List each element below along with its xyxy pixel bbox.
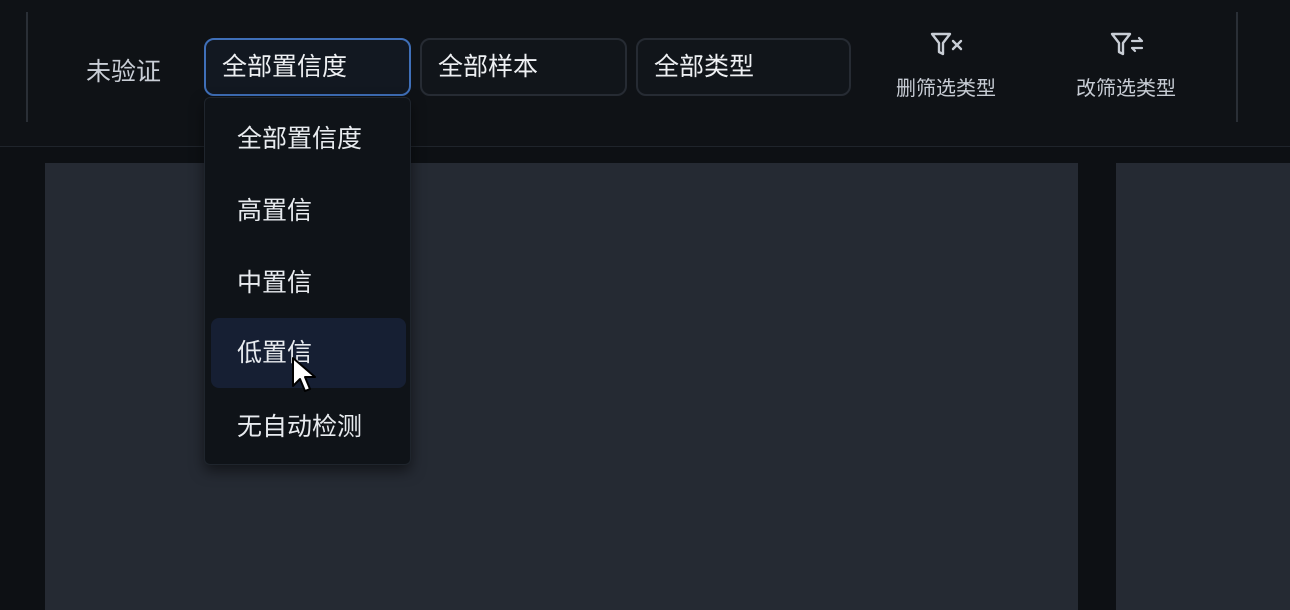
dropdown-item-medium-confidence[interactable]: 中置信	[211, 248, 406, 318]
dropdown-item-no-auto-detection[interactable]: 无自动检测	[211, 392, 406, 462]
change-filter-type-label: 改筛选类型	[1076, 76, 1176, 100]
status-label: 未验证	[86, 57, 162, 86]
dropdown-item-all-confidence[interactable]: 全部置信度	[211, 104, 406, 174]
mouse-pointer-icon	[292, 357, 316, 392]
filter-x-icon	[930, 32, 963, 56]
filter-toolbar: 未验证 全部置信度 全部样本 全部类型 删筛选类型 改筛选类型	[0, 0, 1290, 147]
toolbar-right-divider	[1236, 12, 1238, 122]
sample-select[interactable]: 全部样本	[420, 38, 627, 96]
change-filter-type-button[interactable]: 改筛选类型	[1066, 30, 1186, 101]
filter-swap-icon	[1110, 32, 1144, 56]
delete-filter-type-label: 删筛选类型	[896, 76, 996, 100]
toolbar-left-divider	[26, 12, 28, 122]
side-content-panel	[1116, 163, 1290, 610]
confidence-select[interactable]: 全部置信度	[204, 38, 411, 96]
confidence-dropdown-menu: 全部置信度 高置信 中置信 低置信 无自动检测	[204, 97, 411, 465]
dropdown-item-high-confidence[interactable]: 高置信	[211, 176, 406, 246]
main-content-panel	[45, 163, 1078, 610]
delete-filter-type-button[interactable]: 删筛选类型	[886, 30, 1006, 101]
type-select[interactable]: 全部类型	[636, 38, 851, 96]
